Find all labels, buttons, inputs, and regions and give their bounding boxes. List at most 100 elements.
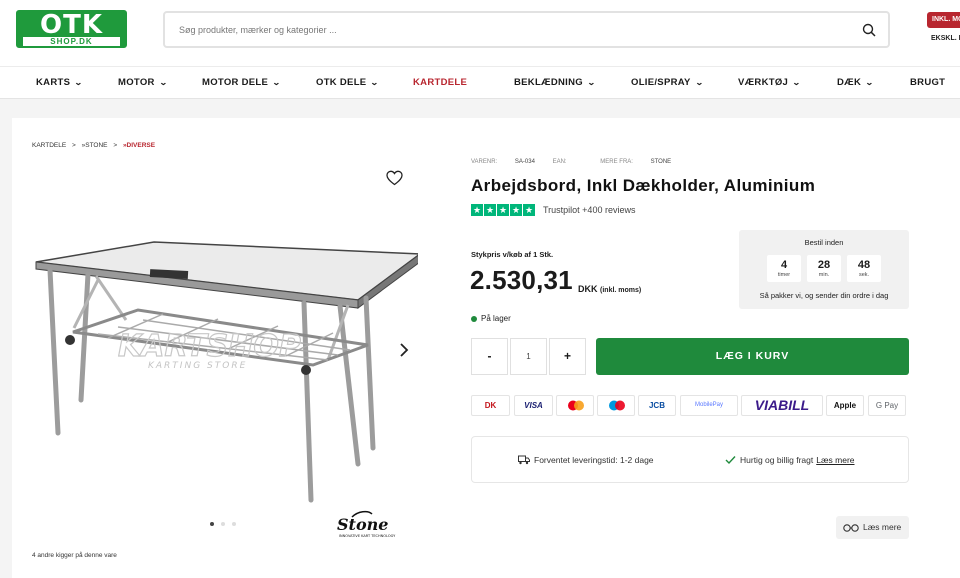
payment-jcb: JCB <box>638 395 676 416</box>
nav-label: OLIE/SPRAY <box>631 77 691 88</box>
read-more-button[interactable]: Læs mere <box>836 516 909 539</box>
star-icon: ★ <box>510 204 522 216</box>
search-input[interactable] <box>179 21 819 39</box>
search-box <box>163 11 890 48</box>
add-to-cart-button[interactable]: LÆG I KURV <box>596 338 909 375</box>
chevron-down-icon: ⌄ <box>792 78 802 87</box>
chevron-down-icon: ⌄ <box>586 78 597 87</box>
delivery-time: Forventet leveringstid: 1-2 dage <box>534 455 654 465</box>
breadcrumb: KARTDELE > »STONE > »DIVERSE <box>32 142 159 149</box>
chevron-down-icon: ⌄ <box>694 78 704 87</box>
payment-mobilepay-label: MobilePay <box>694 402 723 408</box>
breadcrumb-item[interactable]: KARTDELE <box>32 142 66 149</box>
nav-item-otk-dele[interactable]: OTK DELE ⌄ <box>316 77 380 88</box>
nav-label: BEKLÆDNING <box>514 77 583 88</box>
breadcrumb-item[interactable]: »STONE <box>82 142 108 149</box>
shipping-info: Forventet leveringstid: 1-2 dage Hurtig … <box>471 436 909 483</box>
sku-label: VARENR: <box>471 159 498 165</box>
stone-brand-logo: Stone INNOVATIVE KART TECHNOLOGY <box>337 510 396 538</box>
mastercard-icon <box>568 400 584 411</box>
viewers-count: 4 andre kigger på denne vare <box>32 552 117 559</box>
chevron-down-icon: ⌄ <box>158 78 168 87</box>
nav-label: KARTDELE <box>413 77 468 88</box>
currency-note: (inkl. moms) <box>600 287 642 294</box>
star-icon: ★ <box>484 204 496 216</box>
nav-label: MOTOR <box>118 77 155 88</box>
unit-price-label: Stykpris v/køb af 1 Stk. <box>471 250 554 259</box>
breadcrumb-separator: > <box>113 142 118 149</box>
star-icon: ★ <box>471 204 483 216</box>
currency-code: DKK <box>578 284 598 294</box>
nav-item-beklaedning[interactable]: BEKLÆDNING ⌄ <box>514 77 597 88</box>
truck-icon <box>518 455 530 465</box>
chevron-down-icon: ⌄ <box>272 78 282 87</box>
nav-item-motor[interactable]: MOTOR ⌄ <box>118 77 167 88</box>
main-nav: KARTS ⌄ MOTOR ⌄ MOTOR DELE ⌄ OTK DELE ⌄ KART… <box>0 66 960 99</box>
countdown-seconds-value: 48 <box>857 259 871 271</box>
carousel-dot[interactable] <box>221 522 225 526</box>
shipping-read-more-link[interactable]: Læs mere <box>816 455 854 465</box>
payment-visa-label: VISA <box>524 401 543 410</box>
payment-visa: VISA <box>514 395 553 416</box>
payment-viabill: VIABILL <box>741 395 823 416</box>
countdown-hours: 4 timer <box>767 255 801 282</box>
quantity-decrease-button[interactable]: - <box>471 338 508 375</box>
nav-label: DÆK <box>837 77 862 88</box>
product-price: 2.530,31 <box>470 265 573 295</box>
nav-item-daek[interactable]: DÆK ⌄ <box>837 77 874 88</box>
nav-label: MOTOR DELE <box>202 77 269 88</box>
nav-label: OTK DELE <box>316 77 367 88</box>
countdown-hours-unit: timer <box>777 272 791 278</box>
payment-applepay: Apple Pay <box>826 395 864 416</box>
checkmark-icon <box>725 456 736 465</box>
nav-item-olie-spray[interactable]: OLIE/SPRAY ⌄ <box>631 77 703 88</box>
order-countdown: Bestil inden 4 timer 28 min. 48 sek. Så pak… <box>739 230 909 309</box>
nav-item-brugt[interactable]: BRUGT <box>910 77 945 88</box>
vat-ekskl-toggle[interactable]: EKSKL. M <box>927 31 960 47</box>
glasses-icon <box>843 524 859 532</box>
heart-icon[interactable] <box>386 170 403 186</box>
image-watermark: KARTSHOP <box>118 329 301 364</box>
quantity-increase-button[interactable]: + <box>549 338 586 375</box>
payment-jcb-label: JCB <box>648 401 665 410</box>
ean-label: EAN: <box>552 159 567 165</box>
chevron-down-icon: ⌄ <box>370 78 380 87</box>
nav-item-karts[interactable]: KARTS ⌄ <box>36 77 84 88</box>
breadcrumb-current[interactable]: »DIVERSE <box>123 142 155 149</box>
chevron-right-icon[interactable] <box>398 341 410 359</box>
logo-subtext: SHOP.DK <box>23 37 120 46</box>
nav-item-kartdele[interactable]: KARTDELE <box>413 77 467 88</box>
fast-shipping: Hurtig og billig fragt Læs mere <box>740 455 855 465</box>
trustpilot-reviews[interactable]: Trustpilot +400 reviews <box>543 205 635 215</box>
chevron-down-icon: ⌄ <box>74 78 84 87</box>
carousel-dot-active[interactable] <box>210 522 214 526</box>
maestro-icon <box>609 400 625 411</box>
payment-googlepay: G Pay <box>868 395 906 416</box>
product-image[interactable]: KARTSHOP KARTING STORE <box>28 200 418 510</box>
countdown-hours-value: 4 <box>780 259 788 271</box>
nav-item-motor-dele[interactable]: MOTOR DELE ⌄ <box>202 77 282 88</box>
site-logo[interactable]: OTK SHOP.DK <box>16 10 127 48</box>
payment-googlepay-label: G Pay <box>875 401 899 410</box>
logo-text: OTK <box>40 10 103 40</box>
search-icon[interactable] <box>862 23 876 37</box>
carousel-dot[interactable] <box>232 522 236 526</box>
brand-link[interactable]: STONE <box>651 159 672 165</box>
payment-mastercard <box>556 395 594 416</box>
payment-dankort: DK <box>471 395 510 416</box>
nav-item-vaerktoej[interactable]: VÆRKTØJ ⌄ <box>738 77 802 88</box>
payment-viabill-label: VIABILL <box>754 397 810 413</box>
top-header: OTK SHOP.DK INKL. MO EKSKL. M <box>0 0 960 66</box>
countdown-footer: Så pakker vi, og sender din ordre i dag <box>759 291 889 300</box>
nav-label: KARTS <box>36 77 71 88</box>
quantity-input[interactable]: 1 <box>510 338 547 375</box>
read-more-label: Læs mere <box>863 522 902 532</box>
brand-logo-text: Stone <box>337 515 388 534</box>
vat-inkl-toggle[interactable]: INKL. MO <box>927 12 960 28</box>
stock-status: På lager <box>481 314 511 323</box>
countdown-seconds-unit: sek. <box>858 272 870 278</box>
payment-applepay-label: Apple Pay <box>833 401 857 410</box>
payment-mobilepay: MobilePay <box>680 395 738 416</box>
payment-dankort-label: DK <box>484 401 497 410</box>
countdown-minutes-unit: min. <box>818 272 830 278</box>
